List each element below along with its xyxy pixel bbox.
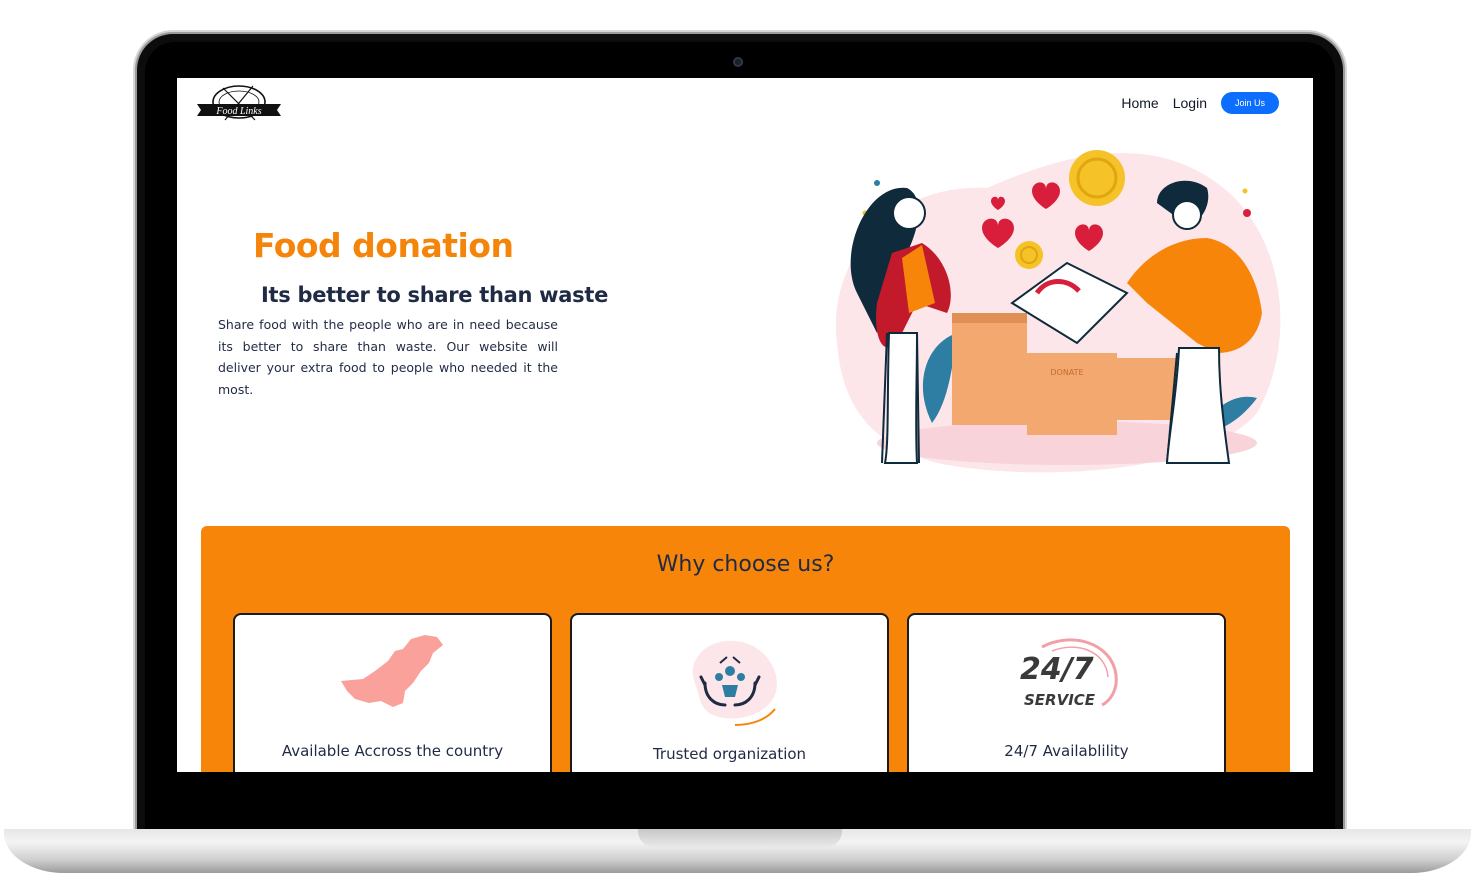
join-us-button[interactable]: Join Us xyxy=(1220,92,1279,114)
hands-people-icon xyxy=(692,640,777,726)
top-nav: Home Login Join Us xyxy=(1121,92,1279,114)
card-available-country[interactable]: Available Accross the country xyxy=(233,613,552,772)
hero-subtitle: Its better to share than waste xyxy=(261,283,609,307)
pakistan-map-icon xyxy=(340,635,443,707)
card-label: 24/7 Availablility xyxy=(1004,742,1129,760)
hero-description: Share food with the people who are in ne… xyxy=(218,317,558,397)
food-links-logo[interactable]: Food Links xyxy=(195,80,285,126)
hero-title: Food donation xyxy=(253,226,514,265)
why-choose-us-section: Why choose us? Available Accross the cou… xyxy=(201,526,1290,772)
website-screen: Food Links Home Login Join Us Food donat… xyxy=(177,78,1313,772)
logo-text: Food Links xyxy=(215,106,261,117)
why-title: Why choose us? xyxy=(656,552,835,577)
nav-login-link[interactable]: Login xyxy=(1173,95,1207,111)
card-24-7-availability[interactable]: 24/7 SERVICE 24/7 Availablility xyxy=(907,613,1226,772)
24-7-service-icon: 24/7 SERVICE xyxy=(1020,638,1118,709)
card-trusted-organization[interactable]: Trusted organization xyxy=(570,613,889,772)
laptop-base-notch xyxy=(638,829,842,847)
card-label: Available Accross the country xyxy=(281,742,504,760)
svg-text:SERVICE: SERVICE xyxy=(1024,691,1096,709)
card-label: Trusted organization xyxy=(652,745,807,763)
donation-illustration: DONATE xyxy=(835,150,1281,473)
donation-box xyxy=(952,313,1027,425)
nav-home-link[interactable]: Home xyxy=(1121,95,1158,111)
webcam-icon xyxy=(733,57,743,67)
svg-text:DONATE: DONATE xyxy=(1050,368,1083,377)
svg-text:24/7: 24/7 xyxy=(1020,652,1094,687)
